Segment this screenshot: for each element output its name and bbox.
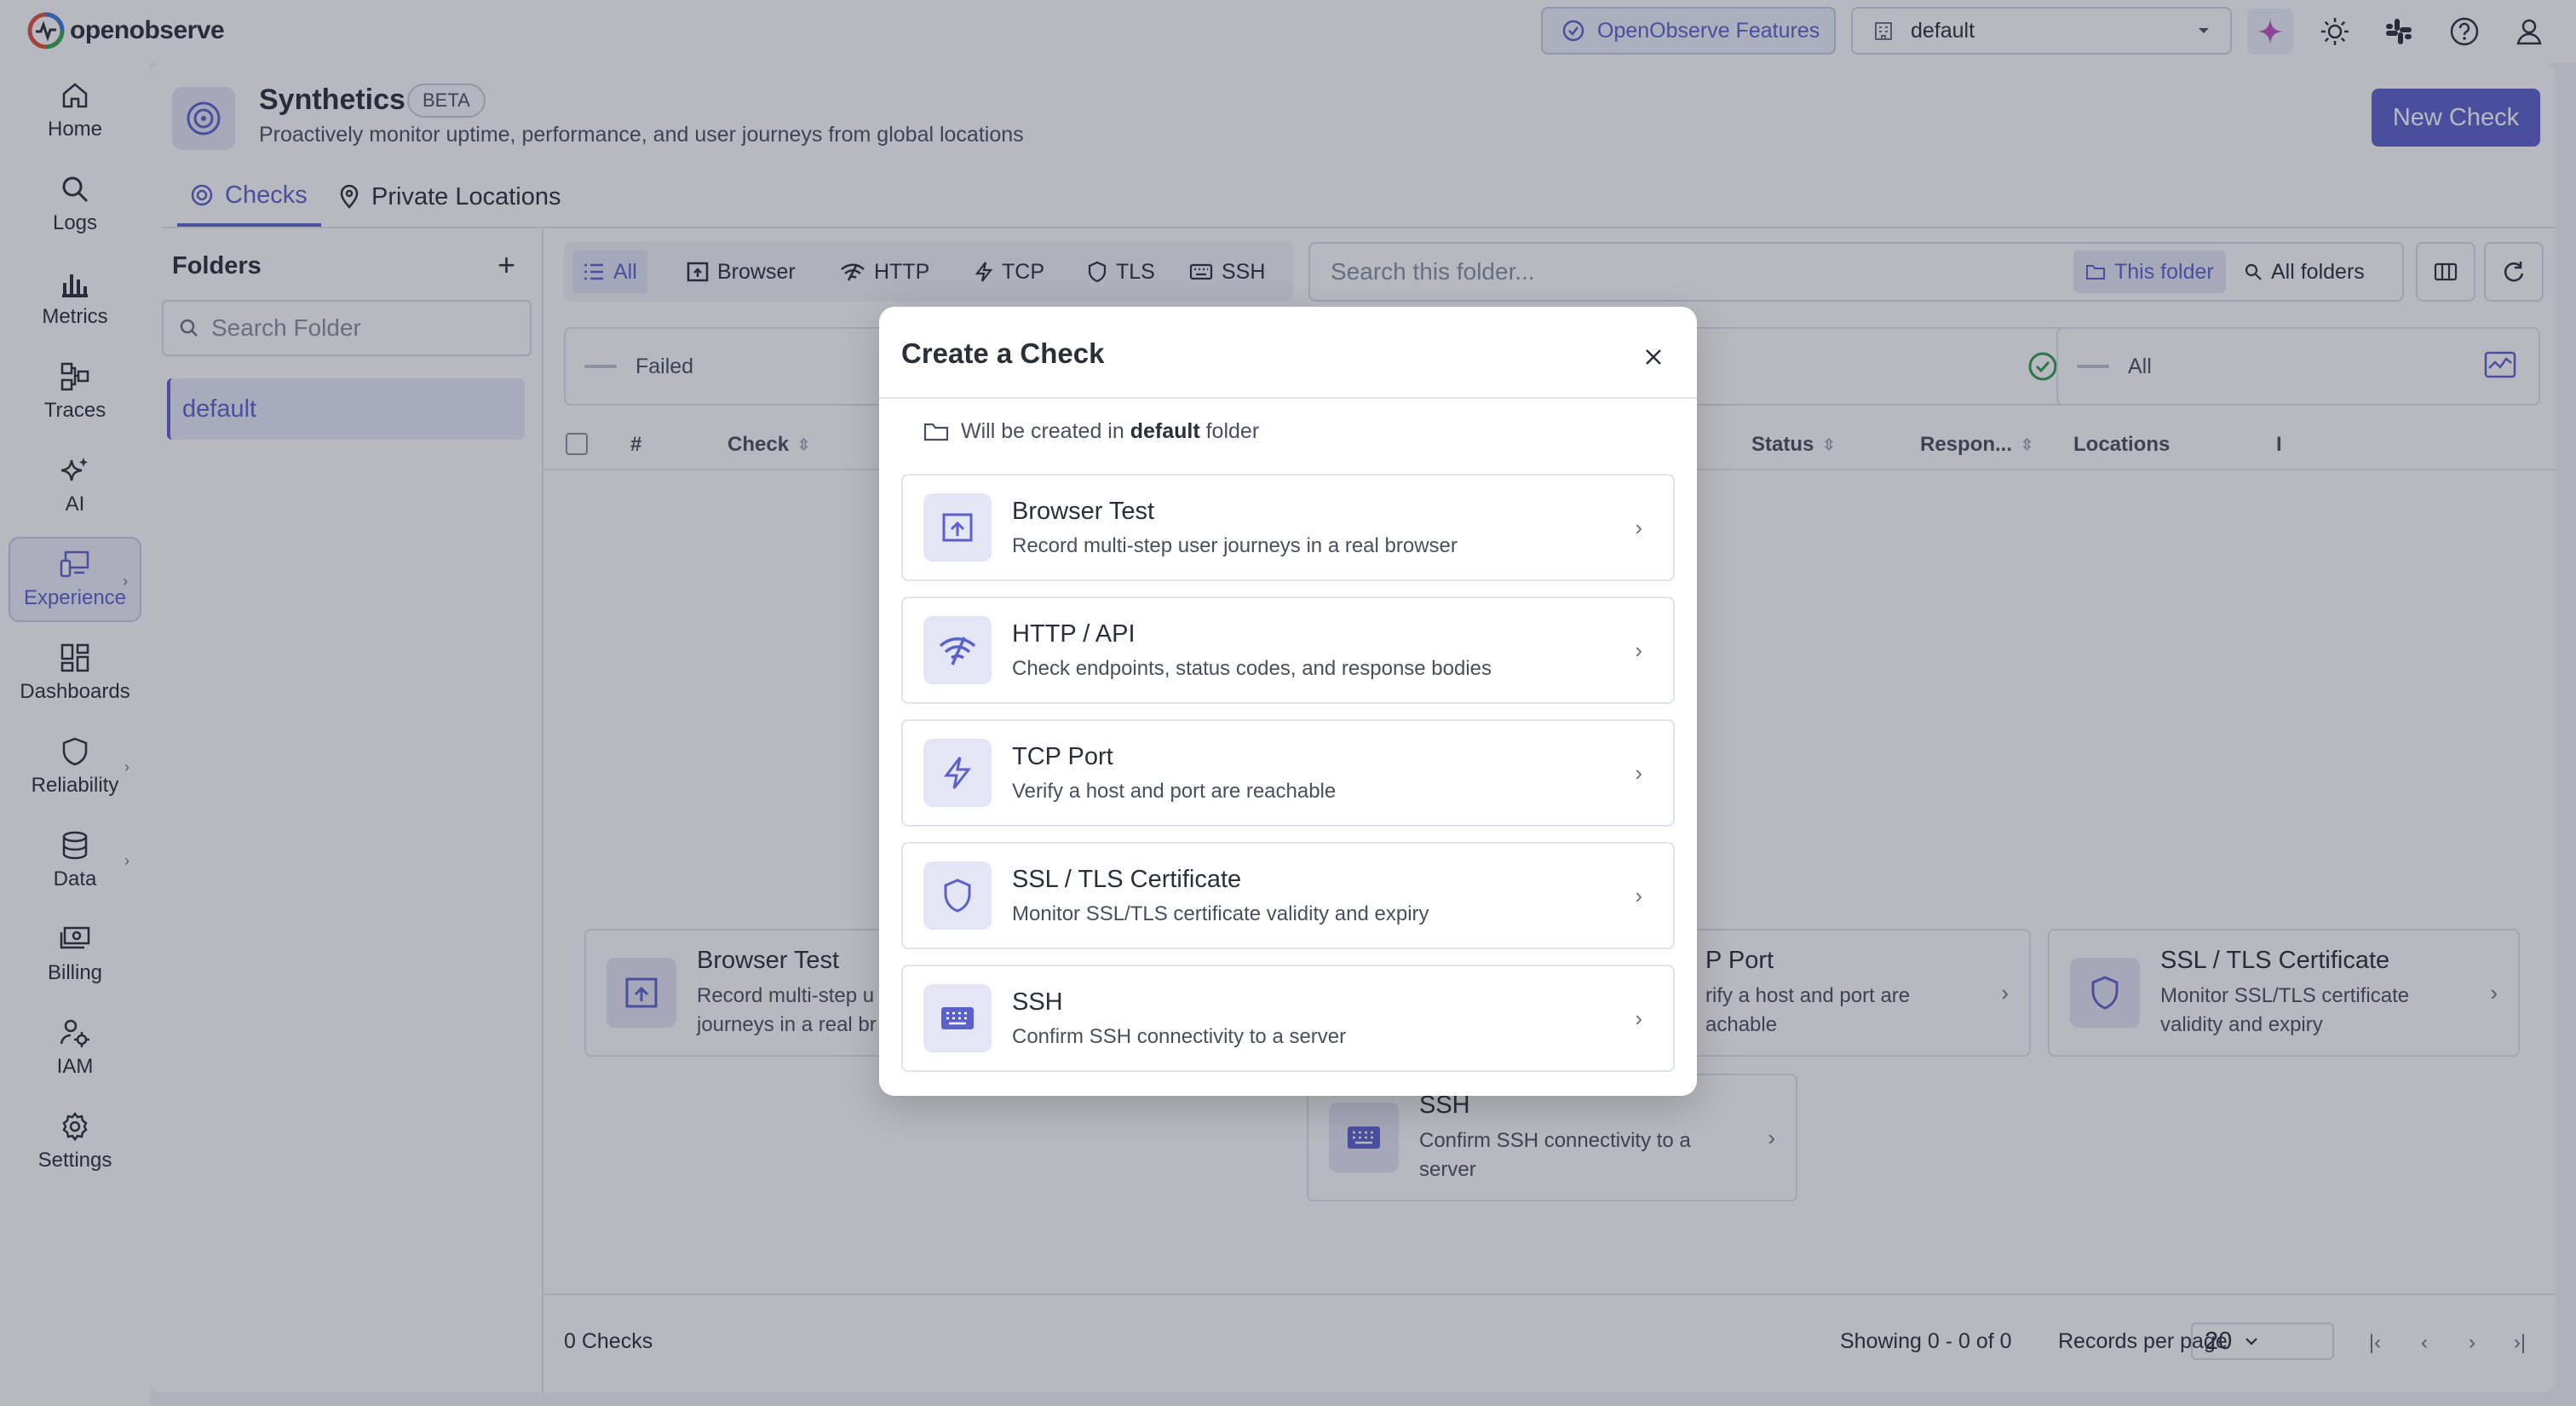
option-title: TCP Port xyxy=(1012,742,1113,770)
shield-icon xyxy=(923,861,992,930)
option-title: SSL / TLS Certificate xyxy=(1012,865,1242,893)
http-icon xyxy=(923,616,992,684)
option-desc: Confirm SSH connectivity to a server xyxy=(1012,1024,1347,1048)
chevron-right-icon: › xyxy=(1635,759,1642,786)
option-title: Browser Test xyxy=(1012,497,1155,525)
option-desc: Monitor SSL/TLS certificate validity and… xyxy=(1012,902,1429,925)
close-button[interactable] xyxy=(1634,337,1673,377)
folder-icon xyxy=(923,423,949,441)
option-desc: Record multi-step user journeys in a rea… xyxy=(1012,533,1458,557)
chevron-right-icon: › xyxy=(1635,882,1642,908)
option-browser-test[interactable]: Browser Test Record multi-step user jour… xyxy=(901,474,1675,581)
chevron-right-icon: › xyxy=(1635,1005,1642,1031)
option-desc: Check endpoints, status codes, and respo… xyxy=(1012,656,1492,680)
chevron-right-icon: › xyxy=(1635,514,1642,540)
close-icon xyxy=(1646,349,1661,365)
note-suffix: folder xyxy=(1205,419,1260,443)
option-ssl-tls-certificate[interactable]: SSL / TLS Certificate Monitor SSL/TLS ce… xyxy=(901,842,1675,949)
note-prefix: Will be created in xyxy=(961,419,1124,443)
create-check-dialog: Create a Check Will be created in defaul… xyxy=(879,307,1697,1096)
browser-icon xyxy=(923,493,992,562)
dialog-divider xyxy=(879,397,1697,399)
option-title: SSH xyxy=(1012,988,1063,1016)
folder-note: Will be created in default folder xyxy=(923,419,1259,444)
option-tcp-port[interactable]: TCP Port Verify a host and port are reac… xyxy=(901,719,1675,827)
option-desc: Verify a host and port are reachable xyxy=(1012,779,1337,803)
keyboard-icon xyxy=(923,984,992,1052)
note-folder: default xyxy=(1130,419,1200,443)
option-ssh[interactable]: SSH Confirm SSH connectivity to a server… xyxy=(901,965,1675,1072)
bolt-icon xyxy=(923,739,992,807)
dialog-title: Create a Check xyxy=(901,337,1105,369)
chevron-right-icon: › xyxy=(1635,637,1642,663)
option-title: HTTP / API xyxy=(1012,619,1136,648)
option-http-api[interactable]: HTTP / API Check endpoints, status codes… xyxy=(901,596,1675,704)
